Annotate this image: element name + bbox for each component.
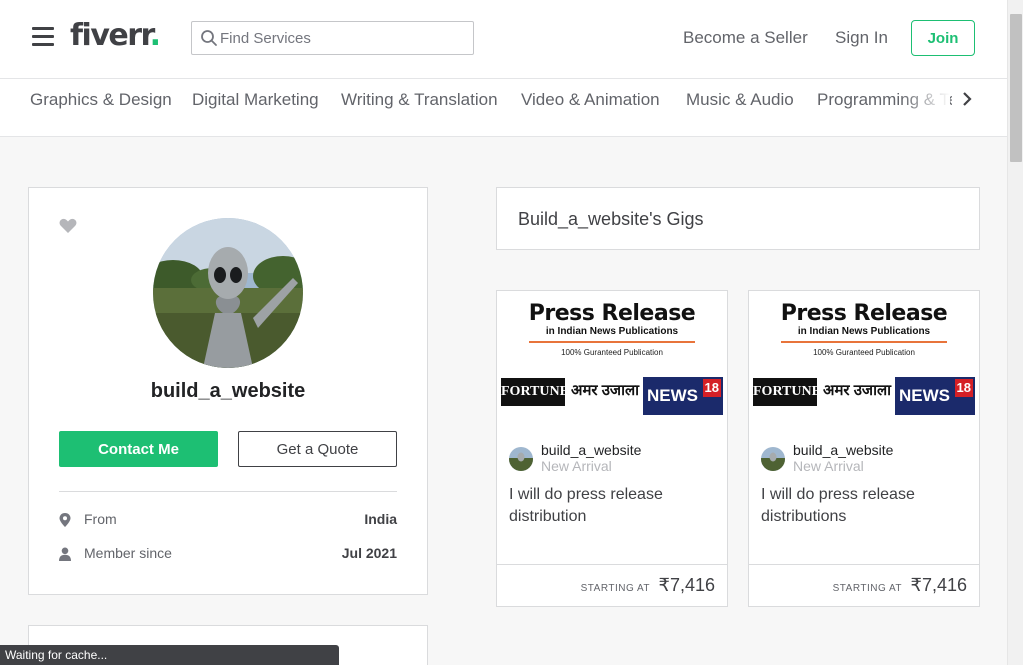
gig-image-subtitle: in Indian News Publications xyxy=(545,326,679,337)
gig-seller-level: New Arrival xyxy=(541,458,612,474)
news18-logo: NEWS 18 xyxy=(895,377,975,415)
gig-seller-name[interactable]: build_a_website xyxy=(793,442,893,458)
get-quote-button[interactable]: Get a Quote xyxy=(238,431,397,467)
from-value: India xyxy=(364,511,397,527)
news-logo-text: NEWS xyxy=(899,386,950,405)
gig-price[interactable]: STARTING AT ₹7,416 xyxy=(833,575,967,596)
member-since-label: Member since xyxy=(84,545,172,561)
seller-avatar xyxy=(761,447,785,471)
gig-image-title: Press Release xyxy=(780,301,948,326)
menu-icon[interactable] xyxy=(32,27,54,46)
user-icon xyxy=(59,547,71,561)
category-writing-translation[interactable]: Writing & Translation xyxy=(341,90,498,110)
browser-status-bar: Waiting for cache... xyxy=(0,645,339,665)
gig-footer: STARTING AT ₹7,416 xyxy=(749,564,979,606)
gig-title[interactable]: I will do press release distribution xyxy=(509,484,715,528)
gigs-title: Build_a_website's Gigs xyxy=(518,209,704,229)
starting-at-label: STARTING AT xyxy=(832,583,903,594)
scrollbar-thumb[interactable] xyxy=(1010,14,1022,162)
search-icon[interactable] xyxy=(200,29,218,47)
contact-me-button[interactable]: Contact Me xyxy=(59,431,218,467)
price-value: ₹7,416 xyxy=(658,575,716,595)
seller-avatar xyxy=(509,447,533,471)
gig-card[interactable]: Press Release in Indian News Publication… xyxy=(496,290,728,607)
category-music-audio[interactable]: Music & Audio xyxy=(686,90,794,110)
member-since-row: Member since Jul 2021 xyxy=(59,545,397,565)
news-logo-text: NEWS xyxy=(647,386,698,405)
from-label: From xyxy=(84,511,117,527)
gig-price[interactable]: STARTING AT ₹7,416 xyxy=(581,575,715,596)
news-logo-badge: 18 xyxy=(954,379,973,397)
fortune-logo: FORTUNE xyxy=(753,378,821,406)
gig-image[interactable]: Press Release in Indian News Publication… xyxy=(497,291,727,419)
gig-title[interactable]: I will do press release distributions xyxy=(761,484,967,528)
price-value: ₹7,416 xyxy=(910,575,968,595)
gig-image-guarantee: 100% Guranteed Publication xyxy=(813,348,915,357)
become-seller-link[interactable]: Become a Seller xyxy=(683,28,808,48)
gigs-header: Build_a_website's Gigs xyxy=(496,187,980,250)
category-digital-marketing[interactable]: Digital Marketing xyxy=(192,90,319,110)
gig-seller-name[interactable]: build_a_website xyxy=(541,442,641,458)
news-logo-badge: 18 xyxy=(702,379,721,397)
gig-image-subtitle: in Indian News Publications xyxy=(797,326,931,337)
site-header: fiverr. Become a Seller Sign In Join xyxy=(0,0,1007,79)
amar-ujala-logo: अमर उजाला xyxy=(570,382,640,399)
gig-card[interactable]: Press Release in Indian News Publication… xyxy=(748,290,980,607)
avatar xyxy=(153,218,303,368)
location-pin-icon xyxy=(59,513,71,527)
fortune-logo: FORTUNE xyxy=(501,378,569,406)
gig-footer: STARTING AT ₹7,416 xyxy=(497,564,727,606)
seller-username[interactable]: build_a_website xyxy=(29,380,427,403)
join-button[interactable]: Join xyxy=(911,20,975,56)
divider xyxy=(59,491,397,492)
page-scrollbar[interactable] xyxy=(1007,0,1023,665)
amar-ujala-logo: अमर उजाला xyxy=(822,382,892,399)
from-row: From India xyxy=(59,511,397,531)
member-since-value: Jul 2021 xyxy=(341,545,397,561)
gig-image-rule xyxy=(781,341,947,343)
category-graphics-design[interactable]: Graphics & Design xyxy=(30,90,172,110)
category-video-animation[interactable]: Video & Animation xyxy=(521,90,660,110)
search-input[interactable] xyxy=(220,22,470,54)
gig-image-guarantee: 100% Guranteed Publication xyxy=(561,348,663,357)
category-nav: Graphics & Design Digital Marketing Writ… xyxy=(0,79,1007,137)
gig-image-rule xyxy=(529,341,695,343)
fiverr-logo[interactable]: fiverr. xyxy=(70,18,161,53)
seller-profile-card: build_a_website Contact Me Get a Quote F… xyxy=(28,187,428,595)
starting-at-label: STARTING AT xyxy=(580,583,651,594)
chevron-right-icon[interactable] xyxy=(952,85,982,115)
category-fade xyxy=(900,79,950,119)
gig-image-title: Press Release xyxy=(528,301,696,326)
gig-seller-level: New Arrival xyxy=(793,458,864,474)
gig-image[interactable]: Press Release in Indian News Publication… xyxy=(749,291,979,419)
heart-icon[interactable] xyxy=(59,218,77,234)
search-box xyxy=(191,21,474,55)
news18-logo: NEWS 18 xyxy=(643,377,723,415)
sign-in-link[interactable]: Sign In xyxy=(835,28,888,48)
